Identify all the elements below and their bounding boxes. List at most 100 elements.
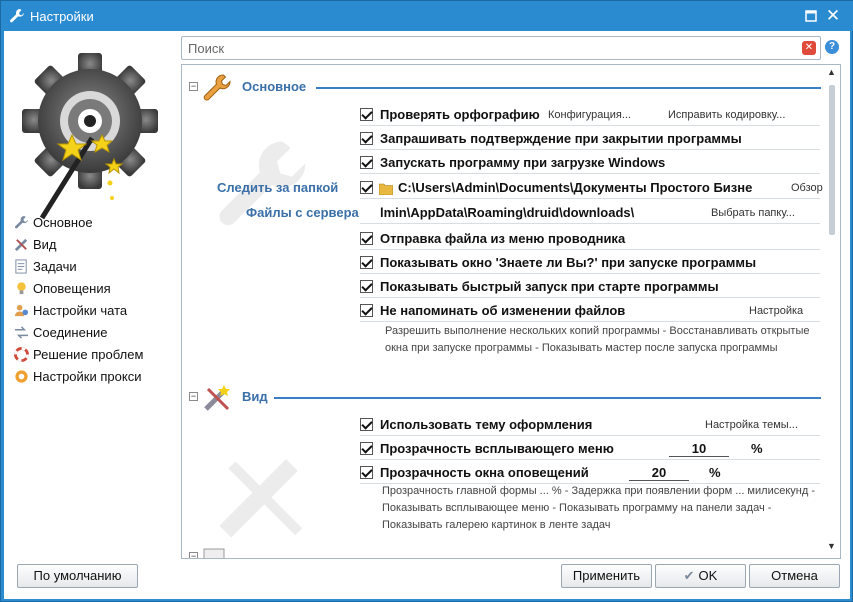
sidebar-item-tasks[interactable]: Задачи: [12, 257, 177, 277]
sidebar-item-view[interactable]: Вид: [12, 235, 177, 255]
scroll-thumb[interactable]: [829, 85, 835, 235]
sidebar-item-notifications[interactable]: Оповещения: [12, 279, 177, 299]
ok-button-label: OK: [698, 568, 718, 583]
sidebar-item-chat-settings[interactable]: Настройки чата: [12, 301, 177, 321]
basic-more-links: Разрешить выполнение нескольких копий пр…: [385, 325, 810, 354]
confirm-close-label: Запрашивать подтверждение при закрытии п…: [380, 131, 742, 146]
section-title-view: Вид: [242, 389, 268, 404]
sidebar-item-label: Настройки чата: [33, 303, 128, 318]
task-icon: [15, 259, 27, 274]
sidebar-item-label: Задачи: [33, 259, 77, 274]
row-divider: [360, 149, 820, 150]
sidebar-item-label: Вид: [33, 237, 57, 252]
sidebar-item-proxy-settings[interactable]: Настройки прокси: [12, 367, 177, 387]
watch-folder-path[interactable]: C:\Users\Admin\Documents\Документы Прост…: [398, 180, 821, 195]
did-you-know-checkbox[interactable]: [360, 256, 373, 269]
section-title-basic: Основное: [242, 79, 307, 94]
ok-button[interactable]: ✔ OK: [655, 564, 746, 588]
notify-transparency-unit: %: [709, 465, 721, 480]
watch-folder-checkbox[interactable]: [360, 181, 373, 194]
collapse-view-toggle[interactable]: −: [189, 392, 198, 401]
spellcheck-config-link[interactable]: Конфигурация...: [548, 109, 631, 121]
clear-search-icon[interactable]: ✕: [802, 41, 816, 55]
search-input[interactable]: [186, 39, 786, 57]
fix-encoding-link[interactable]: Исправить кодировку...: [668, 109, 785, 121]
server-files-path[interactable]: lmin\AppData\Roaming\druid\downloads\: [380, 205, 700, 220]
form-delay-link[interactable]: Задержка при появлении форм ... милисеку…: [571, 485, 808, 497]
brush-icon: [14, 238, 28, 252]
wrench-icon: [203, 74, 231, 101]
defaults-button[interactable]: По умолчанию: [17, 564, 138, 588]
sidebar-item-basic[interactable]: Основное: [12, 213, 177, 233]
task-icon: [203, 548, 225, 558]
spellcheck-checkbox[interactable]: [360, 108, 373, 121]
autostart-checkbox[interactable]: [360, 156, 373, 169]
show-popup-menu-link[interactable]: Показывать всплывающее меню: [382, 502, 549, 514]
main-form-transparency-link[interactable]: Прозрачность главной формы ... %: [382, 485, 562, 497]
quick-launch-checkbox[interactable]: [360, 280, 373, 293]
menu-transparency-checkbox[interactable]: [360, 442, 373, 455]
quick-launch-label: Показывать быстрый запуск при старте про…: [380, 279, 719, 294]
show-wizard-link[interactable]: Показывать мастер после запуска программ…: [542, 342, 778, 354]
show-gallery-link[interactable]: Показывать галерею картинок в ленте зада…: [382, 519, 611, 531]
autostart-label: Запускать программу при загрузке Windows: [380, 155, 666, 170]
folder-icon: [379, 183, 393, 195]
apply-button[interactable]: Применить: [561, 564, 652, 588]
lifebuoy-icon: [14, 347, 29, 362]
server-files-label: Файлы с сервера: [246, 205, 359, 220]
choose-folder-button[interactable]: Выбрать папку...: [711, 207, 795, 219]
row-divider: [360, 435, 820, 436]
watch-folder-label: Следить за папкой: [217, 180, 339, 195]
notify-transparency-checkbox[interactable]: [360, 466, 373, 479]
help-icon[interactable]: ?: [825, 40, 839, 54]
checkmark-icon: ✔: [683, 568, 695, 583]
section-divider: [316, 87, 821, 89]
row-divider: [360, 297, 820, 298]
theme-settings-link[interactable]: Настройка темы...: [705, 419, 798, 431]
search-box[interactable]: ✕: [181, 36, 821, 60]
sidebar-item-label: Соединение: [33, 325, 108, 340]
sidebar-item-connection[interactable]: Соединение: [12, 323, 177, 343]
close-icon[interactable]: ✕: [824, 7, 842, 25]
sidebar-item-label: Настройки прокси: [33, 369, 142, 384]
maximize-icon[interactable]: [802, 7, 820, 25]
row-divider: [360, 321, 820, 322]
title-bar[interactable]: Настройки ✕: [1, 1, 853, 31]
row-divider: [360, 459, 820, 460]
explorer-send-checkbox[interactable]: [360, 232, 373, 245]
row-divider: [360, 223, 820, 224]
sidebar-item-label: Оповещения: [33, 281, 111, 296]
scroll-down-icon[interactable]: ▼: [827, 541, 836, 551]
wrench-icon: [15, 215, 29, 229]
sidebar-item-troubleshooting[interactable]: Решение проблем: [12, 345, 177, 365]
view-more-links: Прозрачность главной формы ... % - Задер…: [382, 485, 815, 531]
use-theme-label: Использовать тему оформления: [380, 417, 593, 432]
menu-transparency-input[interactable]: 10: [669, 441, 729, 457]
row-divider: [360, 273, 820, 274]
use-theme-checkbox[interactable]: [360, 418, 373, 431]
settings-gear-logo-icon: [22, 53, 158, 220]
allow-multiple-copies-link[interactable]: Разрешить выполнение нескольких копий пр…: [385, 325, 660, 337]
did-you-know-label: Показывать окно 'Знаете ли Вы?' при запу…: [380, 255, 757, 270]
row-divider: [360, 173, 820, 174]
cancel-button[interactable]: Отмена: [749, 564, 840, 588]
file-change-reminder-checkbox[interactable]: [360, 304, 373, 317]
window-title: Настройки: [30, 9, 94, 24]
notify-transparency-label: Прозрачность окна оповещений: [380, 465, 589, 480]
settings-window: Настройки ✕ Основное Вид Задачи Оповещен…: [0, 0, 853, 602]
explorer-send-label: Отправка файла из меню проводника: [380, 231, 626, 246]
file-settings-link[interactable]: Настройка: [749, 305, 803, 317]
notify-transparency-input[interactable]: 20: [629, 465, 689, 481]
collapse-next-toggle[interactable]: −: [189, 552, 198, 558]
collapse-basic-toggle[interactable]: −: [189, 82, 198, 91]
confirm-close-checkbox[interactable]: [360, 132, 373, 145]
browse-button[interactable]: Обзор: [789, 182, 823, 194]
scroll-up-icon[interactable]: ▲: [827, 67, 836, 77]
sidebar-item-label: Решение проблем: [33, 347, 144, 362]
show-in-taskbar-link[interactable]: Показывать программу на панели задач: [559, 502, 765, 514]
vertical-scrollbar[interactable]: ▲ ▼: [823, 65, 840, 558]
menu-transparency-unit: %: [751, 441, 763, 456]
wrench-icon: [10, 9, 24, 23]
brush-watermark-icon: [219, 459, 303, 538]
section-divider: [274, 397, 821, 399]
